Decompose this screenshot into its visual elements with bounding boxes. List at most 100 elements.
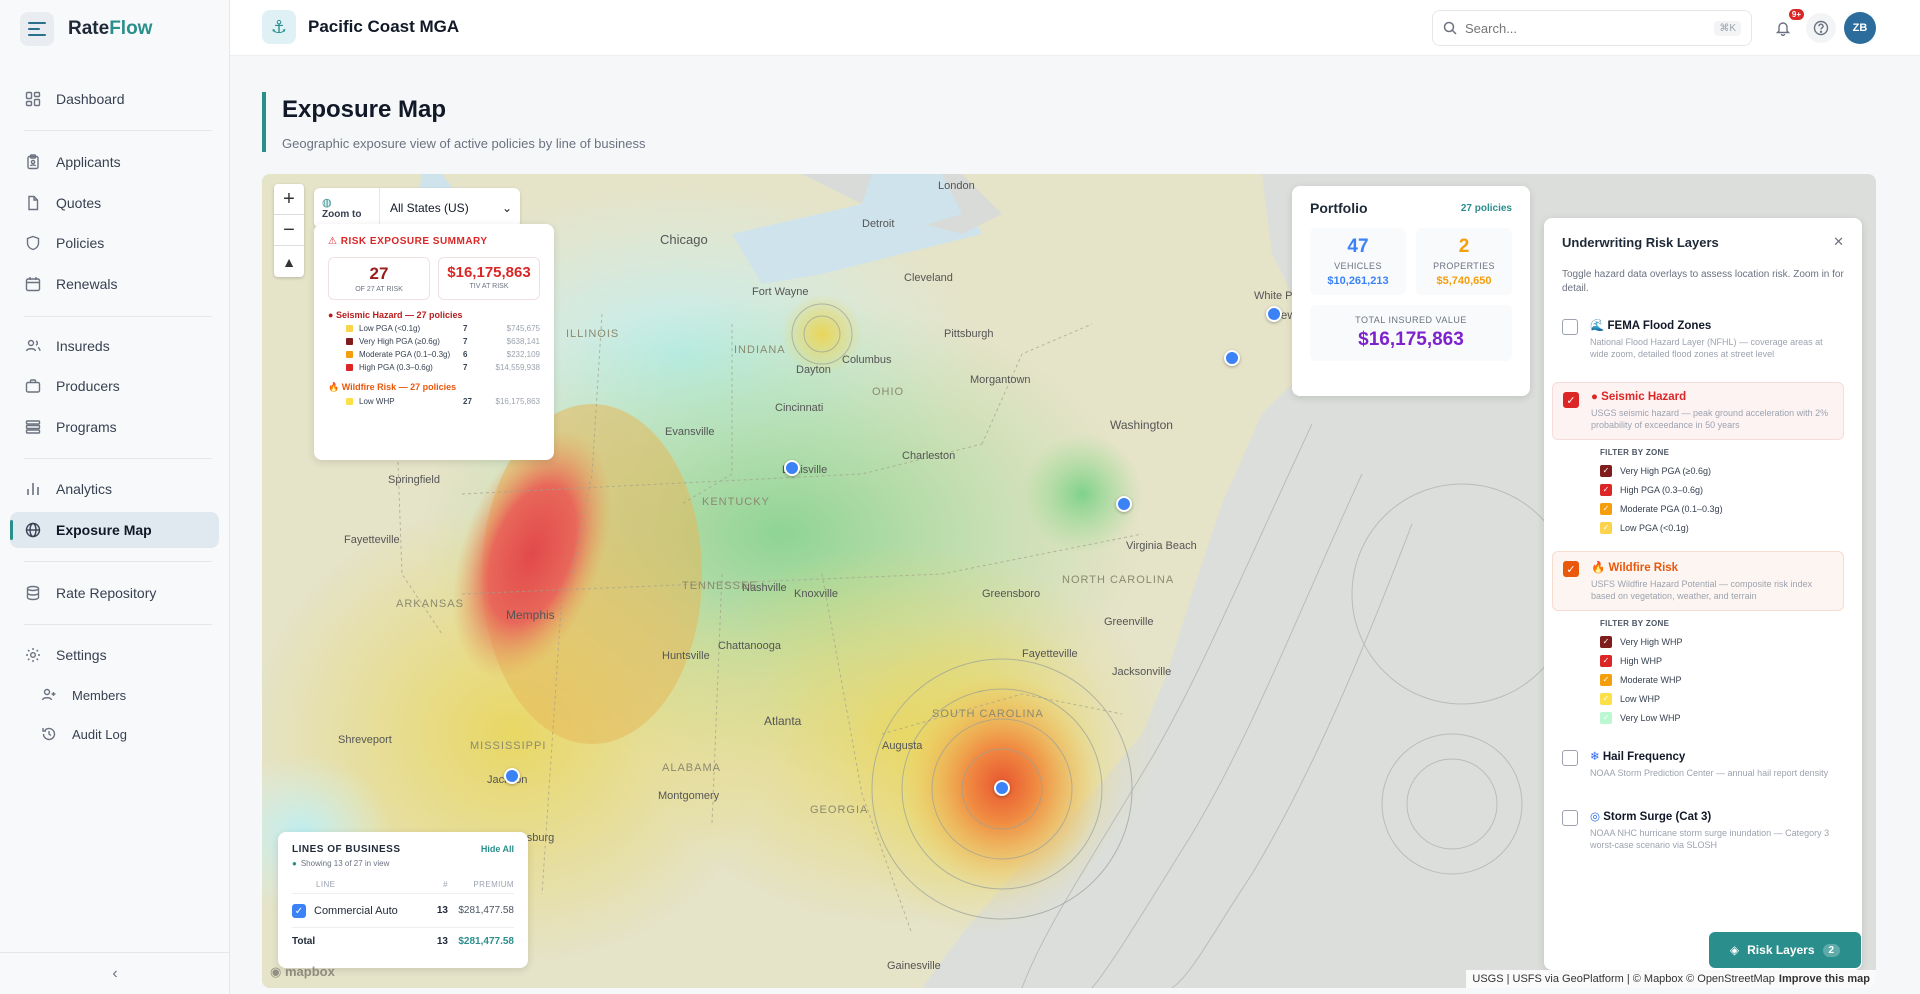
logo-text-b: Flow (109, 18, 153, 39)
layer-storm-surge[interactable]: ◎ Storm Surge (Cat 3) NOAA NHC hurricane… (1552, 801, 1844, 859)
zone-checkbox[interactable]: ✓ (1600, 692, 1612, 705)
policy-marker[interactable] (1224, 350, 1240, 366)
sidebar-item-label: Exposure Map (56, 522, 152, 538)
zone-swatch (346, 364, 353, 371)
search-icon (1443, 21, 1457, 35)
shield-icon (24, 234, 42, 252)
sidebar-item-label: Programs (56, 419, 117, 435)
zone-checkbox[interactable]: ✓ (1600, 464, 1612, 477)
storm-surge-checkbox[interactable] (1562, 810, 1578, 826)
sidebar-item-applicants[interactable]: Applicants (10, 144, 219, 180)
zone-checkbox[interactable]: ✓ (1600, 711, 1612, 724)
app-logo[interactable]: RateFlow (68, 18, 152, 40)
hail-checkbox[interactable] (1562, 750, 1578, 766)
close-icon[interactable]: ✕ (1833, 234, 1844, 250)
zoom-in-button[interactable]: + (274, 184, 304, 215)
risk-summary-title-text: RISK EXPOSURE SUMMARY (340, 236, 488, 247)
notifications-button[interactable]: 9+ (1768, 9, 1804, 43)
zone-checkbox[interactable]: ✓ (1600, 483, 1612, 496)
sidebar-item-quotes[interactable]: Quotes (10, 185, 219, 221)
policy-marker[interactable] (994, 780, 1010, 796)
hail-icon: ❄ (1590, 751, 1600, 763)
sidebar-item-policies[interactable]: Policies (10, 225, 219, 261)
lob-title: LINES OF BUSINESS (292, 844, 401, 855)
layer-wildfire[interactable]: ✓ 🔥 Wildfire Risk USFS Wildfire Hazard P… (1552, 551, 1844, 611)
mapbox-logo[interactable]: ◉ mapbox (270, 964, 335, 980)
sidebar-divider (24, 624, 212, 625)
policy-marker[interactable] (504, 768, 520, 784)
zoom-to-select[interactable]: ◍ Zoom to All States (US) ⌄ (314, 188, 520, 228)
sidebar-item-insureds[interactable]: Insureds (10, 328, 219, 364)
zone-filter-row[interactable]: ✓ Moderate PGA (0.1–0.3g) (1600, 499, 1844, 518)
reset-bearing-button[interactable]: ▲ (274, 246, 304, 277)
sidebar-item-rate-repository[interactable]: Rate Repository (10, 575, 219, 611)
sidebar-item-analytics[interactable]: Analytics (10, 471, 219, 507)
improve-map-link[interactable]: Improve this map (1779, 973, 1870, 985)
globe-icon: ◍ (322, 197, 332, 209)
lob-showing: ● Showing 13 of 27 in view (292, 859, 514, 868)
at-risk-count-label: OF 27 AT RISK (355, 286, 403, 293)
zoom-to-label-text: Zoom to (322, 209, 362, 220)
zone-checkbox[interactable]: ✓ (1600, 673, 1612, 686)
sidebar-item-settings[interactable]: Settings (10, 637, 219, 673)
zone-checkbox[interactable]: ✓ (1600, 521, 1612, 534)
zone-filter-row[interactable]: ✓ Low PGA (<0.1g) (1600, 518, 1844, 537)
sidebar-item-dashboard[interactable]: Dashboard (10, 81, 219, 117)
risk-exposure-summary: ⚠ RISK EXPOSURE SUMMARY 27 OF 27 AT RISK… (314, 224, 554, 460)
zone-filter-label: Very High WHP (1620, 636, 1683, 647)
org-name[interactable]: Pacific Coast MGA (308, 17, 459, 37)
zone-filter-row[interactable]: ✓ Very Low WHP (1600, 708, 1844, 727)
logo-text-a: Rate (68, 18, 110, 39)
seismic-layer-name: Seismic Hazard (1601, 391, 1687, 403)
sidebar-item-renewals[interactable]: Renewals (10, 266, 219, 302)
attribution-text[interactable]: USGS | USFS via GeoPlatform | © Mapbox ©… (1472, 973, 1775, 985)
sidebar-item-exposure-map[interactable]: Exposure Map (10, 512, 219, 548)
help-button[interactable] (1806, 13, 1836, 43)
wildfire-summary-title-text: Wildfire Risk — 27 policies (341, 382, 457, 392)
sidebar-item-programs[interactable]: Programs (10, 409, 219, 445)
zone-filter-row[interactable]: ✓ Very High PGA (≥0.6g) (1600, 461, 1844, 480)
search-input[interactable] (1465, 20, 1707, 36)
zone-count: 7 (463, 363, 468, 372)
sidebar-item-label: Settings (56, 647, 107, 663)
hide-all-button[interactable]: Hide All (481, 844, 514, 855)
tiv-at-risk: $16,175,863 (447, 264, 531, 281)
policy-marker[interactable] (1116, 496, 1132, 512)
lob-checkbox[interactable]: ✓ (292, 904, 306, 918)
exposure-map[interactable]: London Detroit Chicago Cleveland Fort Wa… (262, 174, 1876, 988)
zone-filter-row[interactable]: ✓ High PGA (0.3–0.6g) (1600, 480, 1844, 499)
sidebar-item-producers[interactable]: Producers (10, 368, 219, 404)
summary-row: Moderate PGA (0.1–0.3g) 6 $232,109 (328, 350, 540, 359)
zone-checkbox[interactable]: ✓ (1600, 502, 1612, 515)
layer-seismic[interactable]: ✓ ● Seismic Hazard USGS seismic hazard —… (1552, 382, 1844, 440)
layer-flood[interactable]: 🌊 FEMA Flood Zones National Flood Hazard… (1552, 310, 1844, 368)
zone-filter-row[interactable]: ✓ Low WHP (1600, 689, 1844, 708)
seismic-summary-title: ● Seismic Hazard — 27 policies (328, 310, 540, 320)
sidebar-item-label: Insureds (56, 338, 110, 354)
policy-marker[interactable] (1266, 306, 1282, 322)
wildfire-checkbox[interactable]: ✓ (1563, 561, 1579, 577)
collapse-sidebar-button[interactable]: ‹ (0, 952, 230, 994)
city-label: Montgomery (658, 790, 720, 802)
zone-checkbox[interactable]: ✓ (1600, 654, 1612, 667)
table-row[interactable]: ✓ Commercial Auto 13 $281,477.58 (292, 894, 514, 928)
sidebar-item-members[interactable]: Members (10, 677, 219, 713)
zone-filter-row[interactable]: ✓ Moderate WHP (1600, 670, 1844, 689)
menu-toggle-button[interactable] (20, 12, 54, 46)
flood-checkbox[interactable] (1562, 319, 1578, 335)
risk-layers-button[interactable]: ◈ Risk Layers 2 (1709, 932, 1861, 968)
avatar[interactable]: ZB (1844, 12, 1876, 44)
policy-marker[interactable] (784, 460, 800, 476)
search-box[interactable]: ⌘K (1432, 10, 1752, 46)
portfolio-policy-count: 27 policies (1460, 202, 1512, 214)
zoom-out-button[interactable]: − (274, 215, 304, 246)
zoom-to-dropdown[interactable]: All States (US) ⌄ (380, 201, 520, 215)
sidebar-item-audit-log[interactable]: Audit Log (10, 716, 219, 752)
city-label: Evansville (665, 426, 715, 438)
zone-filter-row[interactable]: ✓ High WHP (1600, 651, 1844, 670)
zone-checkbox[interactable]: ✓ (1600, 635, 1612, 648)
city-label: Pittsburgh (944, 328, 994, 340)
seismic-checkbox[interactable]: ✓ (1563, 392, 1579, 408)
zone-filter-row[interactable]: ✓ Very High WHP (1600, 632, 1844, 651)
layer-hail[interactable]: ❄ Hail Frequency NOAA Storm Prediction C… (1552, 741, 1844, 787)
